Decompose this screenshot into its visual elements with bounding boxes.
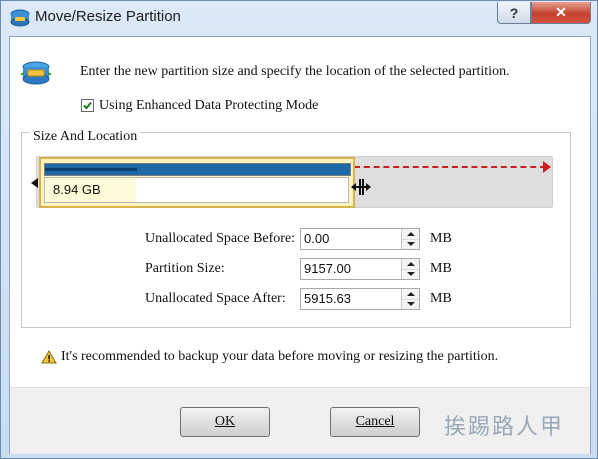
arrow-head-icon [543,161,551,173]
move-resize-dialog: Move/Resize Partition ? ✕ Enter the new … [0,0,598,459]
watermark-text: 挨踢路人甲 [444,415,565,440]
unallocated-before-value[interactable]: 0.00 [304,231,329,246]
dialog-body: Enter the new partition size and specify… [9,36,591,454]
partition-size-field-label: Partition Size: [145,261,225,276]
decrement-button[interactable] [402,239,419,249]
content-panel: Enter the new partition size and specify… [10,37,590,387]
instruction-text: Enter the new partition size and specify… [80,64,510,79]
unallocated-after-stepper[interactable] [401,289,419,309]
unallocated-after-label: Unallocated Space After: [145,291,286,306]
partition-size-label: 8.94 GB [53,182,101,197]
move-resize-icon [20,61,52,85]
partition-app-icon [10,9,30,27]
partition-size-stepper[interactable] [401,259,419,279]
unallocated-before-label: Unallocated Space Before: [145,231,296,246]
cancel-button[interactable]: Cancel [330,407,420,437]
down-arrow-icon [407,272,415,276]
left-handle-arrow-icon[interactable] [31,178,38,188]
partition-block[interactable]: 8.94 GB [39,157,355,208]
decrement-button[interactable] [402,299,419,309]
group-title: Size And Location [30,129,141,145]
unallocated-before-input[interactable]: 0.00 [300,228,420,250]
unit-label: MB [430,231,452,246]
ok-button[interactable]: OK [180,407,270,437]
unallocated-before-stepper[interactable] [401,229,419,249]
enhanced-protection-checkbox[interactable] [81,99,94,112]
unallocated-arrow-line [354,166,546,168]
unallocated-after-input[interactable]: 5915.63 [300,288,420,310]
usage-bar [44,163,351,176]
usage-bar-stripe [45,168,137,171]
partition-info-box: 8.94 GB [44,177,349,203]
up-arrow-icon [407,232,415,236]
warning-icon [41,350,57,364]
help-button[interactable]: ? [497,2,531,24]
unit-label: MB [430,291,452,306]
title-bar[interactable]: Move/Resize Partition ? ✕ [1,1,597,35]
warning-text: It's recommended to backup your data bef… [61,349,499,364]
unallocated-after-value[interactable]: 5915.63 [304,291,351,306]
close-button[interactable]: ✕ [531,2,591,24]
enhanced-protection-label[interactable]: Using Enhanced Data Protecting Mode [99,98,318,114]
resize-cursor-icon[interactable] [349,177,373,197]
partition-size-input[interactable]: 9157.00 [300,258,420,280]
partition-size-value[interactable]: 9157.00 [304,261,351,276]
decrement-button[interactable] [402,269,419,279]
down-arrow-icon [407,242,415,246]
window-title: Move/Resize Partition [35,8,181,25]
check-mark-icon [83,101,92,110]
down-arrow-icon [407,302,415,306]
unit-label: MB [430,261,452,276]
up-arrow-icon [407,262,415,266]
up-arrow-icon [407,292,415,296]
